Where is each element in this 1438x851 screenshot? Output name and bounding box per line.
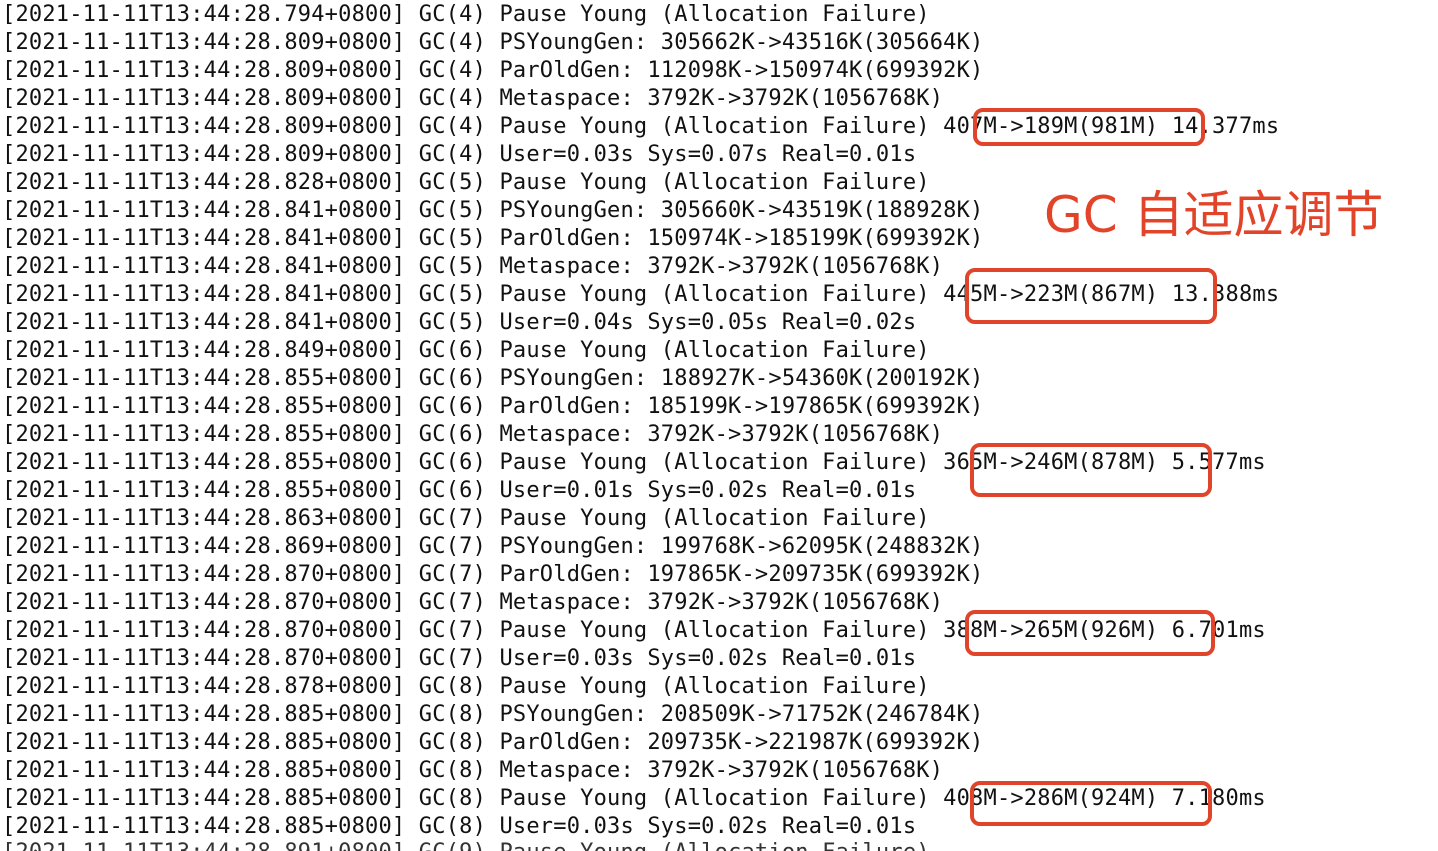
heap-highlight-gc8 xyxy=(970,781,1212,826)
log-line: [2021-11-11T13:44:28.849+0800] GC(6) Pau… xyxy=(2,338,930,363)
log-line: [2021-11-11T13:44:28.885+0800] GC(8) Par… xyxy=(2,730,984,755)
log-line-partial: [2021-11-11T13:44:28.891+0800] GC(9) Pau… xyxy=(2,839,930,851)
log-line: [2021-11-11T13:44:28.855+0800] GC(6) Par… xyxy=(2,394,984,419)
heap-highlight-gc7 xyxy=(965,610,1215,656)
log-line: [2021-11-11T13:44:28.809+0800] GC(4) Par… xyxy=(2,58,984,83)
heap-highlight-gc5 xyxy=(965,268,1217,324)
log-line: [2021-11-11T13:44:28.863+0800] GC(7) Pau… xyxy=(2,506,930,531)
log-line: [2021-11-11T13:44:28.870+0800] GC(7) Par… xyxy=(2,562,984,587)
log-line: [2021-11-11T13:44:28.855+0800] GC(6) PSY… xyxy=(2,366,984,391)
log-line: [2021-11-11T13:44:28.794+0800] GC(4) Pau… xyxy=(2,2,930,27)
annotation-label: GC 自适应调节 xyxy=(1044,186,1384,244)
log-line: [2021-11-11T13:44:28.869+0800] GC(7) PSY… xyxy=(2,534,984,559)
heap-highlight-gc4 xyxy=(973,108,1205,146)
heap-highlight-gc6 xyxy=(970,443,1212,497)
log-line: [2021-11-11T13:44:28.878+0800] GC(8) Pau… xyxy=(2,674,930,699)
log-line: [2021-11-11T13:44:28.809+0800] GC(4) PSY… xyxy=(2,30,984,55)
log-line: [2021-11-11T13:44:28.885+0800] GC(8) PSY… xyxy=(2,702,984,727)
